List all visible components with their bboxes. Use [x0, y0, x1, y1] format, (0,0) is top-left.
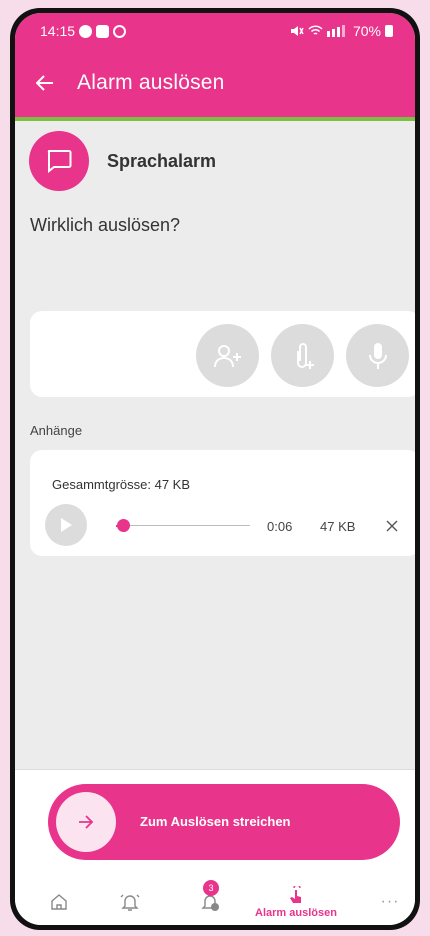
- swipe-knob[interactable]: [56, 792, 116, 852]
- microphone-icon: [368, 342, 387, 369]
- nav-trigger-alarm[interactable]: Alarm auslösen: [251, 878, 341, 925]
- alarm-type-label: Sprachalarm: [107, 150, 217, 171]
- bottom-navigation: 3 Alarm auslösen ···: [15, 878, 415, 925]
- screen: 14:15 70% Alarm auslösen Sprachalarm Wir…: [15, 13, 415, 925]
- audio-file-size: 47 KB: [320, 519, 356, 534]
- mute-icon: [290, 26, 304, 36]
- toolbar: Alarm auslösen: [15, 57, 415, 109]
- nav-notifications[interactable]: 3: [189, 878, 233, 925]
- tap-hand-icon: [290, 885, 301, 903]
- attachment-card: Gesammtgrösse: 47 KB 0:06 47 KB: [30, 450, 415, 556]
- status-time: 14:15: [40, 23, 76, 39]
- play-icon: [61, 518, 72, 532]
- play-button[interactable]: [45, 504, 87, 546]
- confirm-question: Wirklich auslösen?: [30, 215, 181, 235]
- alarm-type-row: Sprachalarm: [29, 131, 216, 191]
- add-person-icon: [213, 344, 241, 367]
- audio-duration: 0:06: [267, 519, 293, 534]
- home-icon: [51, 894, 67, 910]
- app-bar: 14:15 70% Alarm auslösen: [15, 13, 415, 121]
- remove-attachment-button[interactable]: [380, 514, 404, 538]
- bell-icon: [120, 894, 140, 911]
- nav-active-label: Alarm auslösen: [255, 906, 337, 919]
- accent-divider: [15, 117, 415, 121]
- battery-percent: 70%: [352, 23, 381, 39]
- record-voice-button[interactable]: [346, 324, 409, 387]
- chat-bubble-icon: [29, 131, 89, 191]
- notification-icon: [79, 24, 93, 38]
- notification-badge: 3: [203, 880, 219, 896]
- more-icon: ···: [380, 893, 400, 910]
- sync-icon: [113, 24, 127, 38]
- swipe-to-trigger-slider[interactable]: Zum Auslösen streichen: [48, 784, 400, 860]
- arrow-left-icon: [36, 75, 53, 91]
- message-input-card[interactable]: [30, 311, 415, 397]
- status-bar: 14:15 70%: [15, 13, 415, 49]
- signal-icon: [326, 25, 345, 37]
- bottom-panel: Zum Auslösen streichen 3 Alarm auslösen: [15, 769, 415, 925]
- back-button[interactable]: [19, 57, 71, 109]
- swipe-label: Zum Auslösen streichen: [140, 814, 291, 829]
- battery-icon: [385, 25, 393, 37]
- close-icon: [386, 520, 398, 532]
- nav-alarms[interactable]: [110, 878, 150, 925]
- total-size-label: Gesammtgrösse: 47 KB: [52, 477, 190, 492]
- paperclip-icon: [296, 342, 314, 369]
- attachments-section-label: Anhänge: [30, 423, 83, 438]
- nav-home[interactable]: [39, 878, 79, 925]
- audio-progress-thumb[interactable]: [116, 519, 130, 532]
- nav-more[interactable]: ···: [375, 878, 405, 925]
- image-notification-icon: [96, 24, 110, 38]
- attach-file-button[interactable]: [271, 324, 334, 387]
- wifi-icon: [308, 25, 323, 35]
- audio-progress-track[interactable]: [116, 525, 250, 526]
- add-person-button[interactable]: [196, 324, 259, 387]
- arrow-right-icon: [79, 815, 94, 829]
- phone-frame: 14:15 70% Alarm auslösen Sprachalarm Wir…: [10, 8, 420, 930]
- page-title: Alarm auslösen: [77, 71, 225, 94]
